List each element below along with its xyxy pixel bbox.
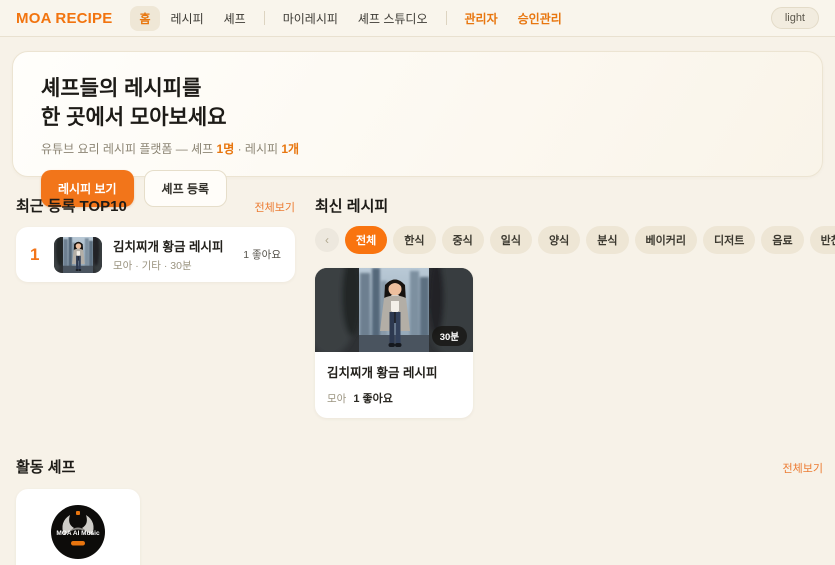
recipe-title: 김치찌개 황금 레시피 [327,362,461,381]
avatar-text: MOA AI Music [56,530,100,537]
top10-section: 최근 등록 TOP10 전체보기 1 김치찌개 황금 레시피 모아 · 기타 ·… [16,195,295,418]
hero-subtitle-text: 유튜브 요리 레시피 플랫폼 — 셰프 [41,142,217,156]
latest-title: 최신 레시피 [315,195,388,216]
top10-item-text: 김치찌개 황금 레시피 모아 · 기타 · 30분 [113,236,232,273]
chefs-title: 활동 셰프 [16,456,75,477]
category-pill-snack[interactable]: 분식 [586,226,628,254]
theme-toggle-button[interactable]: light [771,7,819,29]
hero-title-line1: 셰프들의 레시피를 [41,74,794,103]
nav-divider [264,11,265,25]
nav-item-chefs[interactable]: 셰프 [215,6,255,31]
rank-badge: 1 [30,245,43,265]
top10-title: 최근 등록 TOP10 [16,195,127,216]
category-pill-drink[interactable]: 음료 [761,226,803,254]
top10-view-all-link[interactable]: 전체보기 [255,199,295,215]
top10-list-item[interactable]: 1 김치찌개 황금 레시피 모아 · 기타 · 30분 1 좋아요 [16,227,295,282]
main-content: 최근 등록 TOP10 전체보기 1 김치찌개 황금 레시피 모아 · 기타 ·… [0,177,835,418]
category-pill-bakery[interactable]: 베이커리 [635,226,697,254]
recipe-card-body: 김치찌개 황금 레시피 모아 1 좋아요 [315,352,473,418]
nav-item-home[interactable]: 홈 [130,6,159,31]
recipe-meta: 모아 · 기타 · 30분 [113,258,232,273]
app-logo[interactable]: MOA RECIPE [16,10,112,27]
hero-title-line2: 한 곳에서 모아보세요 [41,103,794,132]
recipe-thumbnail [54,237,102,273]
hero-recipe-count: 1개 [281,142,299,156]
nav-item-approval[interactable]: 승인관리 [509,6,571,31]
active-chefs-section: 활동 셰프 전체보기 MOA AI Music 모아 레시피 1개 · 기타 [0,456,835,565]
hero-banner: 셰프들의 레시피를 한 곳에서 모아보세요 유튜브 요리 레시피 플랫폼 — 셰… [12,51,823,177]
category-pill-all[interactable]: 전체 [345,226,387,254]
category-pill-korean[interactable]: 한식 [393,226,435,254]
top-navbar: MOA RECIPE 홈 레시피 셰프 마이레시피 셰프 스튜디오 관리자 승인… [0,0,835,37]
category-pill-dessert[interactable]: 디저트 [703,226,755,254]
nav-item-admin[interactable]: 관리자 [456,6,507,31]
latest-recipes-section: 최신 레시피 전체보기 ‹ 전체 한식 중식 일식 양식 분식 베이커리 디저트… [315,195,835,418]
duration-badge: 30분 [432,326,467,346]
likes-count: 1 좋아요 [243,247,281,262]
nav-item-my-recipes[interactable]: 마이레시피 [274,6,347,31]
chevron-left-icon[interactable]: ‹ [315,228,339,252]
nav-item-recipes[interactable]: 레시피 [162,6,213,31]
chefs-view-all-link[interactable]: 전체보기 [783,460,823,476]
hero-subtitle-text: · 레시피 [234,142,281,156]
category-pill-western[interactable]: 양식 [538,226,580,254]
hero-subtitle: 유튜브 요리 레시피 플랫폼 — 셰프 1명 · 레시피 1개 [41,140,794,157]
recipe-title: 김치찌개 황금 레시피 [113,236,232,255]
chef-card[interactable]: MOA AI Music 모아 레시피 1개 · 기타 [16,489,140,565]
category-pill-sidedish[interactable]: 반찬 [810,226,835,254]
category-pill-japanese[interactable]: 일식 [490,226,532,254]
recipe-card[interactable]: 30분 김치찌개 황금 레시피 모아 1 좋아요 [315,268,473,418]
nav-item-chef-studio[interactable]: 셰프 스튜디오 [349,6,437,31]
chef-avatar: MOA AI Music [50,504,106,560]
likes-count: 1 좋아요 [353,390,393,406]
recipe-image: 30분 [315,268,473,352]
nav-divider [446,11,447,25]
category-pill-chinese[interactable]: 중식 [442,226,484,254]
hero-title: 셰프들의 레시피를 한 곳에서 모아보세요 [41,74,794,133]
category-filter-row: ‹ 전체 한식 중식 일식 양식 분식 베이커리 디저트 음료 반찬 기타 › [315,226,835,254]
chef-name: 모아 [327,391,346,406]
main-nav: 홈 레시피 셰프 마이레시피 셰프 스튜디오 관리자 승인관리 [130,6,570,31]
hero-chef-count: 1명 [217,142,235,156]
